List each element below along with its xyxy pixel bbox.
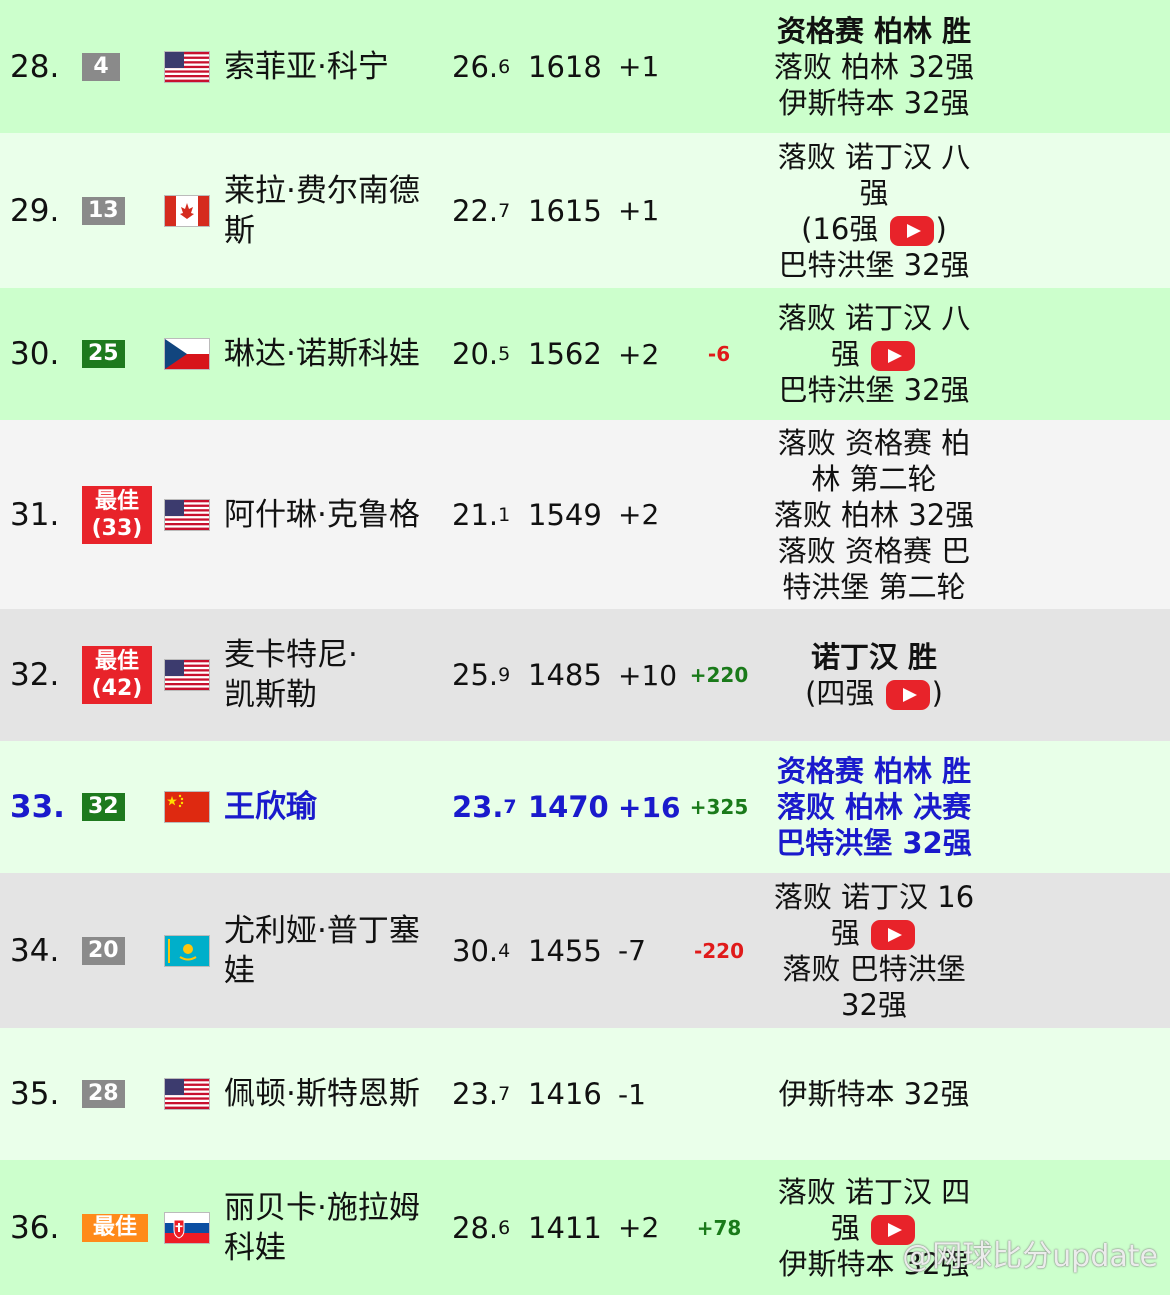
points-delta: +220 <box>689 663 749 687</box>
points: 1618 <box>528 49 602 84</box>
points: 1411 <box>528 1210 602 1245</box>
age: 25. 9 <box>452 658 511 692</box>
age: 23. 7 <box>452 1077 511 1111</box>
player-name[interactable]: 王欣瑜 <box>224 741 439 873</box>
player-name[interactable]: 索菲亚·科宁 <box>224 0 439 133</box>
table-row-highlighted[interactable]: 33. 32 王欣瑜 23. 7 1470 +16 +325 资格赛 柏林 胜 落… <box>0 741 1170 873</box>
player-name[interactable]: 阿什琳·克鲁格 <box>224 420 439 609</box>
us-flag-icon <box>164 0 210 133</box>
rank-change: +1 <box>618 194 660 227</box>
youtube-icon[interactable] <box>871 919 916 950</box>
table-row[interactable]: 36. 最佳 丽贝卡·施拉姆 科娃 28. 6 1411 +2 +78 落败 诺丁汉… <box>0 1160 1170 1295</box>
career-best-badge: 最佳 (42) <box>82 609 152 741</box>
player-name[interactable]: 佩顿·斯特恩斯 <box>224 1028 439 1160</box>
age: 23. 7 <box>452 790 517 824</box>
table-row[interactable]: 35. 28 佩顿·斯特恩斯 23. 7 1416 -1 伊斯特本 32强 <box>0 1028 1170 1160</box>
points: 1455 <box>528 933 602 968</box>
table-row[interactable]: 31. 最佳 (33) 阿什琳·克鲁格 21. 1 1549 +2 落败 资格赛 柏… <box>0 420 1170 609</box>
rank-change: +16 <box>618 790 681 824</box>
points-delta: +325 <box>689 795 749 819</box>
points: 1416 <box>528 1077 602 1111</box>
table-row[interactable]: 32. 最佳 (42) 麦卡特尼· 凯斯勒 25. 9 1485 +10 +220 诺… <box>0 609 1170 741</box>
us-flag-icon <box>164 1028 210 1160</box>
results: 资格赛 柏林 胜 落败 柏林 32强 伊斯特本 32强 <box>773 13 975 120</box>
table-row[interactable]: 29. 13 莱拉·费尔南德斯 22. 7 1615 +1 落败 诺丁汉 八 强 … <box>0 133 1170 288</box>
rank: 28. <box>10 48 60 85</box>
kazakhstan-flag-icon <box>164 873 210 1028</box>
results: 诺丁汉 胜 (四强 ) <box>805 640 943 710</box>
seed-badge: 4 <box>82 0 120 133</box>
seed-badge: 28 <box>82 1028 125 1160</box>
career-best-badge: 最佳 <box>82 1160 148 1295</box>
rank: 29. <box>10 192 60 229</box>
rank-change: +1 <box>618 50 660 83</box>
player-name[interactable]: 琳达·诺斯科娃 <box>224 288 439 420</box>
rank-change: +2 <box>618 1211 660 1244</box>
rank: 32. <box>10 657 60 693</box>
points: 1549 <box>528 497 602 532</box>
player-name[interactable]: 莱拉·费尔南德斯 <box>224 133 439 288</box>
youtube-icon[interactable] <box>871 341 916 371</box>
slovakia-flag-icon <box>164 1160 210 1295</box>
rank-change: -1 <box>618 1077 646 1111</box>
points-delta: +78 <box>696 1215 742 1240</box>
results: 资格赛 柏林 胜 落败 柏林 决赛 巴特洪堡 32强 <box>776 754 972 860</box>
age: 21. 1 <box>452 497 511 532</box>
results: 落败 诺丁汉 16 强 落败 巴特洪堡 32强 <box>773 879 975 1022</box>
us-flag-icon <box>164 420 210 609</box>
results: 伊斯特本 32强 <box>778 1077 970 1111</box>
age: 26. 6 <box>452 49 511 84</box>
rank-change: +2 <box>618 498 660 531</box>
points-delta: -6 <box>707 342 731 366</box>
age: 30. 4 <box>452 933 511 968</box>
china-flag-icon <box>164 741 210 873</box>
youtube-icon[interactable] <box>889 215 934 246</box>
rank: 34. <box>10 932 60 969</box>
age: 22. 7 <box>452 193 511 228</box>
points: 1615 <box>528 193 602 228</box>
seed-badge: 13 <box>82 133 125 288</box>
us-flag-icon <box>164 609 210 741</box>
ranking-table: 28. 4 索菲亚·科宁 26. 6 1618 +1 资格赛 柏林 胜 落败 柏林… <box>0 0 1170 1295</box>
rank: 35. <box>10 1076 60 1112</box>
canada-flag-icon <box>164 133 210 288</box>
results: 落败 诺丁汉 八 强 (16强 ) 巴特洪堡 32强 <box>777 139 971 282</box>
rank-change: -7 <box>618 934 646 967</box>
watermark: @网球比分update <box>902 1239 1158 1274</box>
player-name[interactable]: 丽贝卡·施拉姆 科娃 <box>224 1160 439 1295</box>
seed-badge: 25 <box>82 288 125 420</box>
seed-badge: 20 <box>82 873 125 1028</box>
table-row[interactable]: 28. 4 索菲亚·科宁 26. 6 1618 +1 资格赛 柏林 胜 落败 柏林… <box>0 0 1170 133</box>
seed-badge: 32 <box>82 741 125 873</box>
rank-change: +10 <box>618 658 678 692</box>
player-name[interactable]: 麦卡特尼· 凯斯勒 <box>224 609 439 741</box>
player-name[interactable]: 尤利娅·普丁塞娃 <box>224 873 439 1028</box>
rank: 31. <box>10 496 60 533</box>
age: 20. 5 <box>452 337 511 371</box>
rank-change: +2 <box>618 337 660 371</box>
rank: 33. <box>10 789 65 825</box>
rank: 30. <box>10 336 60 372</box>
results: 落败 诺丁汉 八 强 巴特洪堡 32强 <box>777 301 971 407</box>
youtube-icon[interactable] <box>885 680 930 710</box>
points: 1562 <box>528 337 602 371</box>
points-delta: -220 <box>693 938 745 963</box>
age: 28. 6 <box>452 1210 511 1245</box>
czech-flag-icon <box>164 288 210 420</box>
results: 落败 资格赛 柏 林 第二轮 落败 柏林 32强 落败 资格赛 巴 特洪堡 第二… <box>773 425 975 604</box>
rank: 36. <box>10 1209 60 1246</box>
career-best-badge: 最佳 (33) <box>82 420 152 609</box>
points: 1485 <box>528 658 602 692</box>
table-row[interactable]: 34. 20 尤利娅·普丁塞娃 30. 4 1455 -7 -220 落败 诺丁汉… <box>0 873 1170 1028</box>
table-row[interactable]: 30. 25 琳达·诺斯科娃 20. 5 1562 +2 -6 落败 诺丁汉 八 … <box>0 288 1170 420</box>
points: 1470 <box>528 790 609 824</box>
